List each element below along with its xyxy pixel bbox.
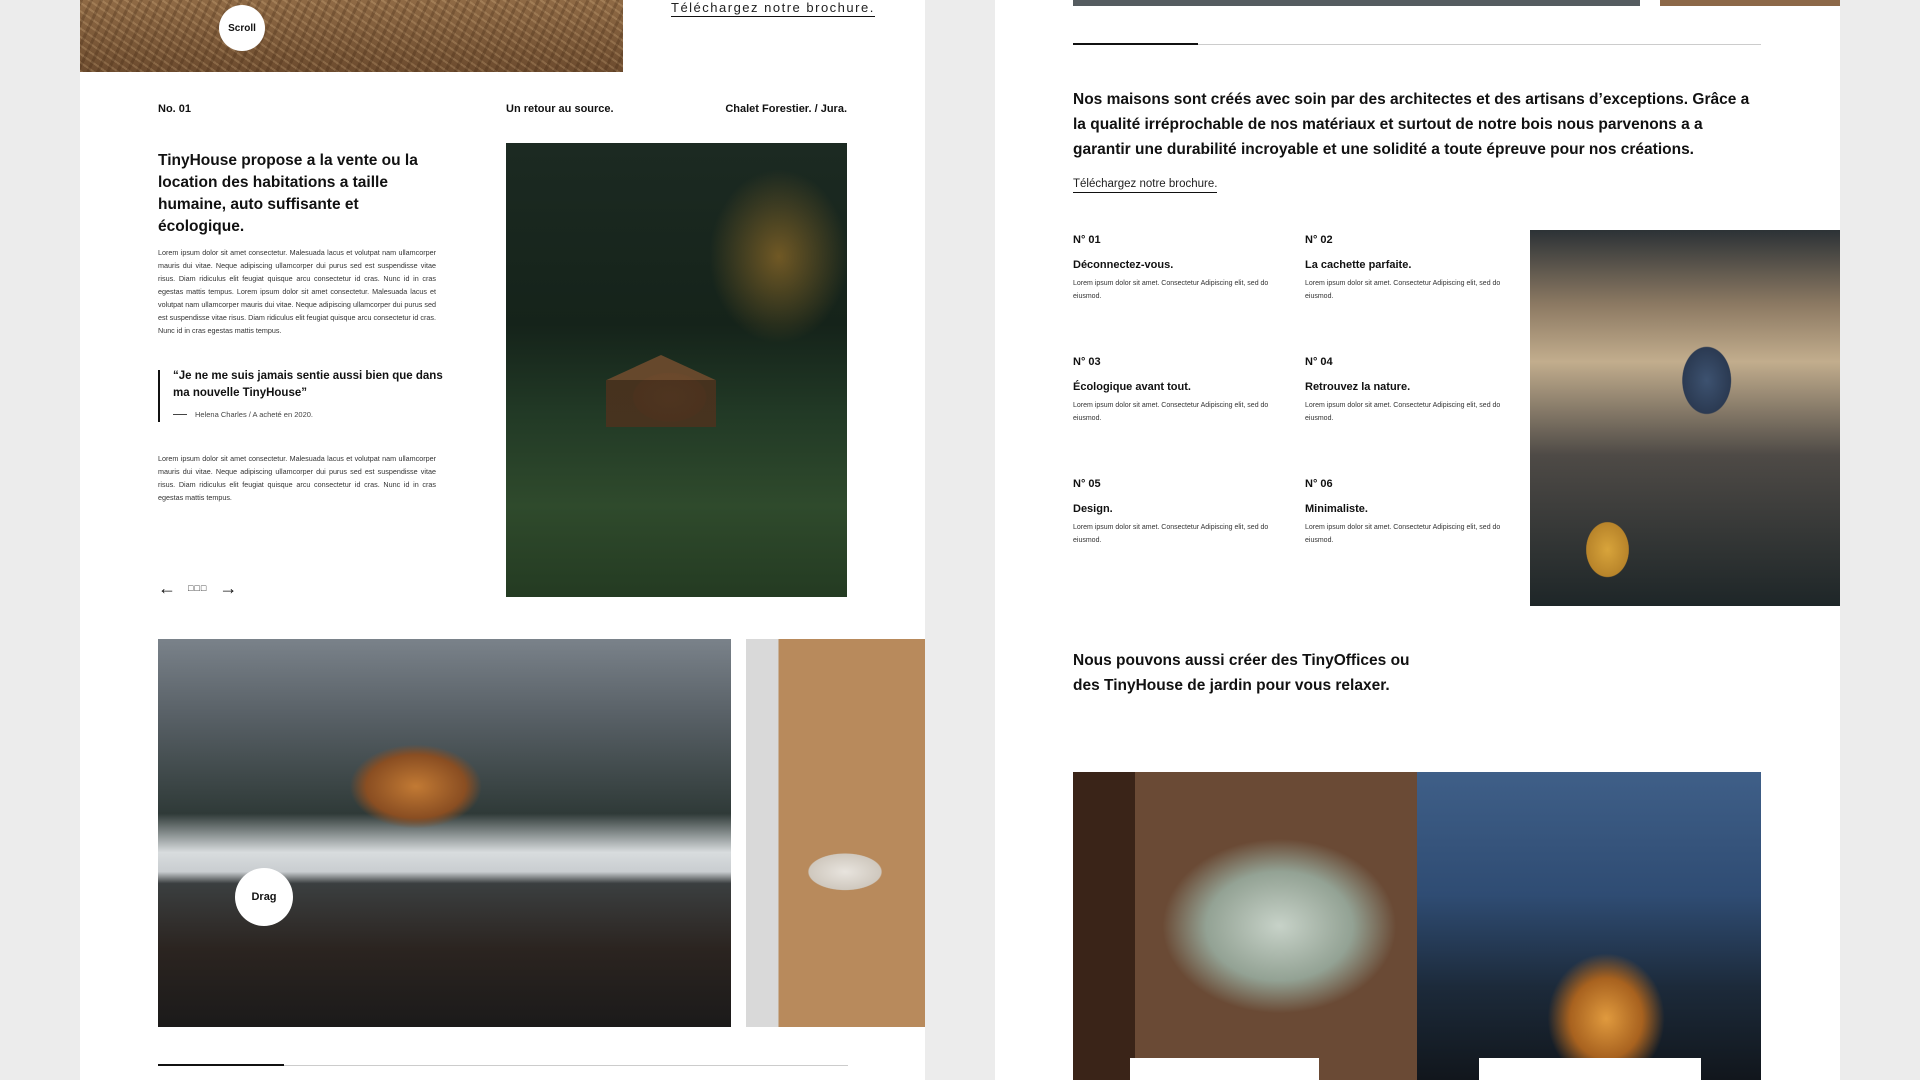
feature-title: Minimaliste. bbox=[1305, 503, 1368, 515]
feature-item: N° 06 Minimaliste. Lorem ipsum dolor sit… bbox=[1305, 478, 1505, 547]
office-interior-image[interactable] bbox=[1073, 772, 1417, 1080]
scroll-label: Scroll bbox=[228, 22, 256, 34]
top-image bbox=[1073, 0, 1640, 6]
man-in-tinyhouse-image bbox=[1530, 230, 1840, 606]
testimonial-quote: “Je ne me suis jamais sentie aussi bien … bbox=[173, 370, 443, 399]
feature-item: N° 05 Design. Lorem ipsum dolor sit amet… bbox=[1073, 478, 1273, 547]
scroll-button[interactable]: Scroll bbox=[219, 5, 265, 51]
body-paragraph-1: Lorem ipsum dolor sit amet consectetur. … bbox=[158, 248, 436, 335]
feature-text: Lorem ipsum dolor sit amet. Consectetur … bbox=[1305, 280, 1501, 300]
slider-dots: □□□ bbox=[188, 583, 208, 593]
page-left: Scroll Téléchargez notre brochure. No. 0… bbox=[80, 0, 925, 1080]
top-image-next bbox=[1660, 0, 1840, 6]
cabin-interior-image[interactable] bbox=[746, 639, 925, 1027]
lake-chalet-image[interactable] bbox=[158, 639, 731, 1027]
feature-title: Retrouvez la nature. bbox=[1305, 381, 1411, 393]
arrow-left-icon[interactable]: ← bbox=[158, 579, 176, 597]
feature-number: N° 05 bbox=[1073, 478, 1101, 490]
feature-number: N° 06 bbox=[1305, 478, 1333, 490]
hero-image bbox=[80, 0, 623, 72]
feature-item: N° 04 Retrouvez la nature. Lorem ipsum d… bbox=[1305, 356, 1505, 425]
feature-item: N° 02 La cachette parfaite. Lorem ipsum … bbox=[1305, 234, 1505, 303]
feature-number: N° 01 bbox=[1073, 234, 1101, 246]
feature-number: N° 04 bbox=[1305, 356, 1333, 368]
quote-bar bbox=[158, 370, 160, 422]
image-caption-box bbox=[1479, 1058, 1701, 1080]
arrow-right-icon[interactable]: → bbox=[219, 579, 237, 597]
feature-number: N° 02 bbox=[1305, 234, 1333, 246]
drag-button[interactable]: Drag bbox=[235, 868, 293, 926]
slider-nav: ← □□□ → bbox=[158, 579, 237, 597]
feature-text: Lorem ipsum dolor sit amet. Consectetur … bbox=[1073, 280, 1269, 300]
feature-text: Lorem ipsum dolor sit amet. Consectetur … bbox=[1305, 402, 1501, 422]
section-tagline: Un retour au source. bbox=[506, 103, 614, 115]
feature-text: Lorem ipsum dolor sit amet. Consectetur … bbox=[1073, 402, 1269, 422]
drag-label: Drag bbox=[251, 891, 277, 903]
brochure-link[interactable]: Téléchargez notre brochure. bbox=[1073, 178, 1218, 193]
feature-title: Design. bbox=[1073, 503, 1113, 515]
intro-paragraph: Nos maisons sont créés avec soin par des… bbox=[1073, 91, 1750, 158]
cite-dash bbox=[173, 414, 187, 415]
lead-heading: TinyHouse propose a la vente ou la locat… bbox=[158, 152, 418, 235]
feature-text: Lorem ipsum dolor sit amet. Consectetur … bbox=[1073, 524, 1269, 544]
page-right: Nos maisons sont créés avec soin par des… bbox=[995, 0, 1840, 1080]
feature-title: Déconnectez-vous. bbox=[1073, 259, 1174, 271]
feature-title: Écologique avant tout. bbox=[1073, 381, 1191, 393]
sub-heading: Nous pouvons aussi créer des TinyOffices… bbox=[1073, 652, 1410, 694]
carousel-progress-fill bbox=[1073, 43, 1198, 45]
brochure-link-top[interactable]: Téléchargez notre brochure. bbox=[671, 0, 875, 17]
feature-item: N° 01 Déconnectez-vous. Lorem ipsum dolo… bbox=[1073, 234, 1273, 303]
feature-title: La cachette parfaite. bbox=[1305, 259, 1412, 271]
image-caption-box bbox=[1130, 1058, 1319, 1080]
body-paragraph-2: Lorem ipsum dolor sit amet consectetur. … bbox=[158, 454, 436, 502]
testimonial-author-text: Helena Charles / A acheté en 2020. bbox=[195, 410, 314, 419]
section-number: No. 01 bbox=[158, 103, 192, 115]
section-place: Chalet Forestier. / Jura. bbox=[725, 103, 847, 115]
forest-cabin-image bbox=[506, 143, 847, 597]
feature-text: Lorem ipsum dolor sit amet. Consectetur … bbox=[1305, 524, 1501, 544]
feature-number: N° 03 bbox=[1073, 356, 1101, 368]
testimonial-author: Helena Charles / A acheté en 2020. bbox=[173, 410, 313, 419]
feature-item: N° 03 Écologique avant tout. Lorem ipsum… bbox=[1073, 356, 1273, 425]
carousel-progress-fill bbox=[158, 1064, 284, 1066]
night-tinyhouse-image[interactable] bbox=[1417, 772, 1761, 1080]
